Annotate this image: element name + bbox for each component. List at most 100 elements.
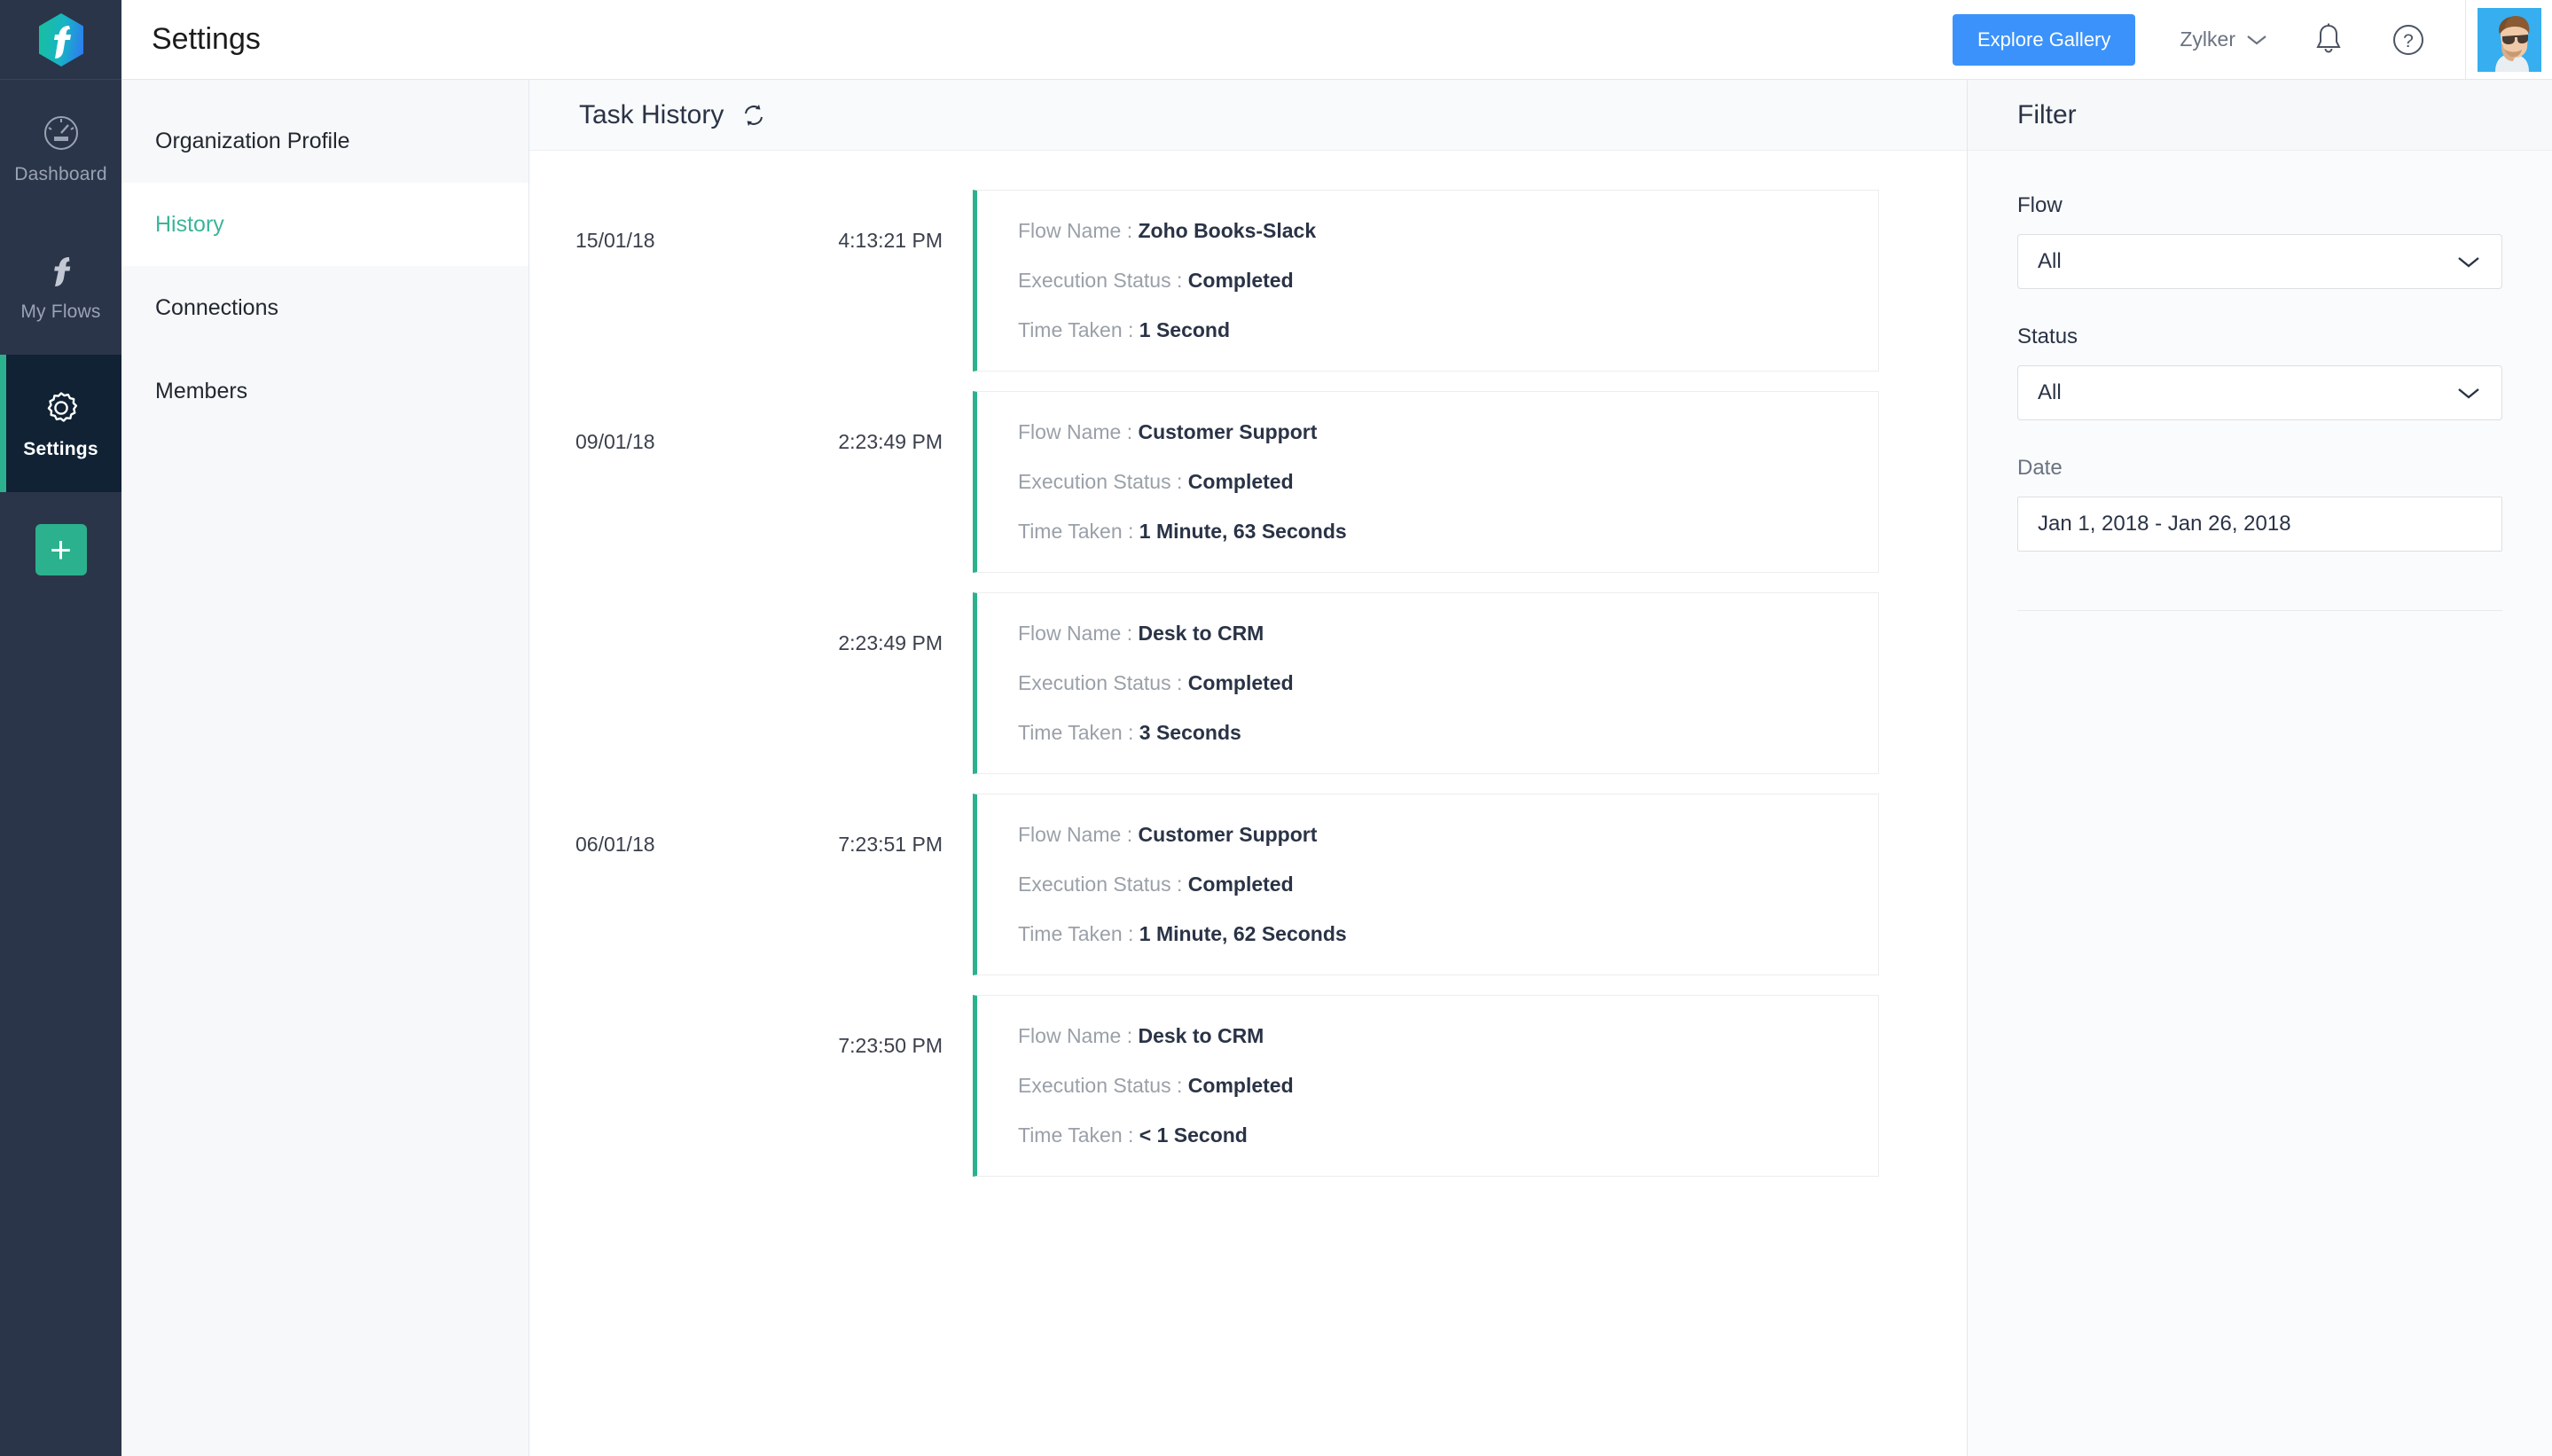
entry-time-taken-row: Time Taken : 1 Minute, 62 Seconds [1018,924,1878,944]
sidebar-item-connections[interactable]: Connections [121,266,528,349]
flow-name-label: Flow Name : [1018,219,1133,242]
date-filter-label: Date [2017,456,2063,480]
flow-name-value: Desk to CRM [1138,1024,1264,1047]
gauge-icon [43,115,78,150]
status-filter-value: All [2038,380,2062,404]
entry-status-row: Execution Status : Completed [1018,874,1878,895]
entry-time: 7:23:50 PM [838,1034,943,1057]
refresh-icon [745,104,763,126]
entry-date [529,592,751,631]
entry-flow-name-row: Flow Name : Desk to CRM [1018,1026,1878,1046]
entry-time-taken-row: Time Taken : 1 Second [1018,320,1878,341]
task-history-entry: 15/01/18 4:13:21 PM Flow Name : Zoho Boo… [529,190,1967,372]
entry-status-row: Execution Status : Completed [1018,270,1878,291]
org-name: Zylker [2180,27,2235,51]
task-history-header: Task History [529,80,1967,151]
settings-subnav: Organization Profile History Connections… [121,80,529,1456]
flow-name-label: Flow Name : [1018,1024,1133,1047]
help-button[interactable]: ? [2389,20,2428,59]
entry-card[interactable]: Flow Name : Desk to CRM Execution Status… [973,995,1879,1177]
create-flow-area: + [0,492,121,607]
sidebar-item-label: Organization Profile [155,128,350,153]
rail-item-settings[interactable]: Settings [0,355,121,492]
entry-date: 15/01/18 [575,229,655,252]
task-history-list: 15/01/18 4:13:21 PM Flow Name : Zoho Boo… [529,151,1967,1456]
execution-status-value: Completed [1187,671,1294,694]
filter-body: Flow All Status All Date Jan 1, 2018 - J… [1968,151,2552,611]
task-history-entry: 09/01/18 2:23:49 PM Flow Name : Customer… [529,391,1967,573]
chevron-down-icon [2247,35,2266,44]
entry-time: 2:23:49 PM [838,631,943,654]
question-circle-icon: ? [2393,24,2423,55]
flow-filter-select[interactable]: All [2017,234,2502,289]
entry-time-taken-row: Time Taken : 3 Seconds [1018,723,1878,743]
rail-label-settings: Settings [23,438,98,459]
date-range-input[interactable]: Jan 1, 2018 - Jan 26, 2018 [2017,497,2502,552]
entry-status-row: Execution Status : Completed [1018,673,1878,693]
time-taken-value: 1 Minute, 63 Seconds [1139,520,1347,543]
entry-card[interactable]: Flow Name : Zoho Books-Slack Execution S… [973,190,1879,372]
app-root: Dashboard My Flows Settings + Settings E… [0,0,2552,1456]
add-flow-button[interactable]: + [35,524,87,575]
entry-time: 7:23:51 PM [838,833,943,856]
execution-status-value: Completed [1187,470,1294,493]
sidebar-item-label: Connections [155,294,278,320]
filter-panel: Filter Flow All Status All Date Jan 1, 2… [1967,80,2552,1456]
gear-icon [47,391,77,422]
chevron-down-icon [2458,388,2479,399]
rail-label-dashboard: Dashboard [14,163,107,184]
flow-name-value: Customer Support [1138,823,1318,846]
status-filter-select[interactable]: All [2017,365,2502,420]
entry-date: 06/01/18 [575,833,655,856]
svg-text:?: ? [2403,31,2414,51]
stage: Settings Explore Gallery Zylker ? Organi… [121,0,2552,1456]
sidebar-item-organization-profile[interactable]: Organization Profile [121,99,528,183]
entry-card[interactable]: Flow Name : Customer Support Execution S… [973,794,1879,975]
task-history-entry: 06/01/18 7:23:51 PM Flow Name : Customer… [529,794,1967,975]
time-taken-label: Time Taken : [1018,922,1134,945]
execution-status-label: Execution Status : [1018,1074,1183,1097]
flow-name-label: Flow Name : [1018,823,1133,846]
execution-status-label: Execution Status : [1018,873,1183,896]
filter-title: Filter [2017,99,2077,129]
notifications-button[interactable] [2309,20,2348,59]
sidebar-item-history[interactable]: History [121,183,528,266]
execution-status-value: Completed [1187,269,1294,292]
flow-name-value: Desk to CRM [1138,622,1264,645]
task-history-entry: 2:23:49 PM Flow Name : Desk to CRM Execu… [529,592,1967,774]
entry-status-row: Execution Status : Completed [1018,1076,1878,1096]
rail-item-my-flows[interactable]: My Flows [0,217,121,355]
header-actions: Explore Gallery Zylker ? [1952,0,2552,79]
time-taken-label: Time Taken : [1018,520,1134,543]
bell-icon [2316,23,2341,52]
entry-status-row: Execution Status : Completed [1018,472,1878,492]
entry-flow-name-row: Flow Name : Zoho Books-Slack [1018,221,1878,241]
rail-item-dashboard[interactable]: Dashboard [0,80,121,217]
body: Organization Profile History Connections… [121,80,2552,1456]
entry-time: 4:13:21 PM [838,229,943,252]
user-avatar-button[interactable] [2465,0,2552,79]
flow-name-value: Zoho Books-Slack [1138,219,1317,242]
entry-flow-name-row: Flow Name : Desk to CRM [1018,623,1878,644]
entry-time: 2:23:49 PM [838,430,943,453]
refresh-button[interactable] [741,103,766,128]
execution-status-label: Execution Status : [1018,470,1183,493]
entry-date [529,995,751,1034]
top-header: Settings Explore Gallery Zylker ? [121,0,2552,80]
explore-gallery-button[interactable]: Explore Gallery [1952,13,2136,66]
time-taken-label: Time Taken : [1018,318,1134,341]
page-title: Settings [152,22,261,56]
execution-status-value: Completed [1187,873,1294,896]
entry-card[interactable]: Flow Name : Desk to CRM Execution Status… [973,592,1879,774]
execution-status-value: Completed [1187,1074,1294,1097]
date-range-value: Jan 1, 2018 - Jan 26, 2018 [2038,512,2291,536]
time-taken-value: 3 Seconds [1139,721,1241,744]
sidebar-item-members[interactable]: Members [121,349,528,433]
entry-card[interactable]: Flow Name : Customer Support Execution S… [973,391,1879,573]
org-switcher[interactable]: Zylker [2180,27,2268,51]
time-taken-label: Time Taken : [1018,1123,1134,1147]
app-logo[interactable] [0,0,121,80]
flow-filter-value: All [2038,249,2062,273]
entry-time-taken-row: Time Taken : 1 Minute, 63 Seconds [1018,521,1878,542]
execution-status-label: Execution Status : [1018,671,1183,694]
